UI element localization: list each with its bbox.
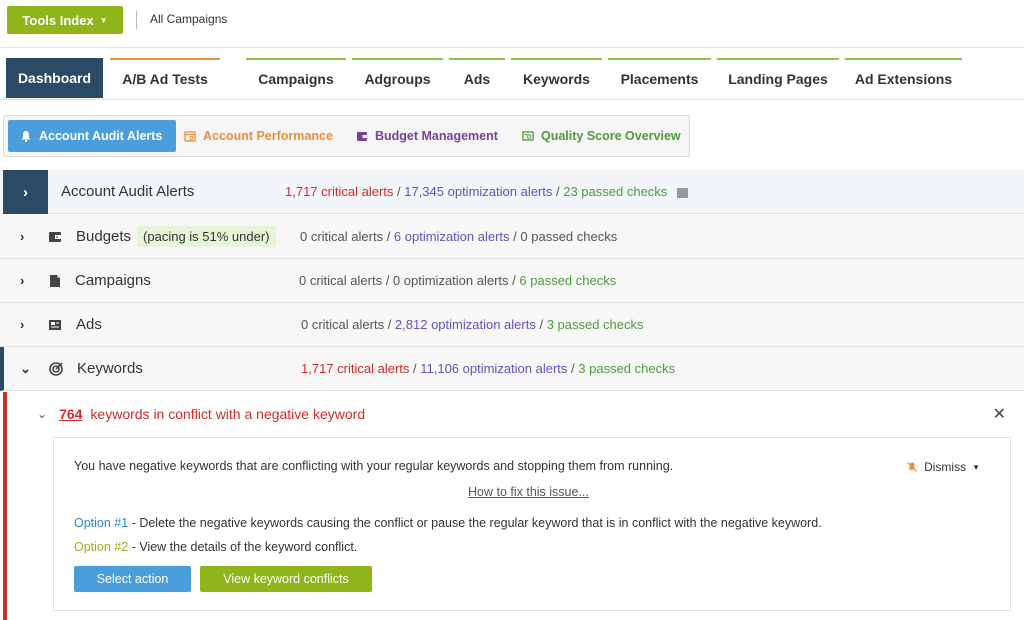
- how-to-fix-link[interactable]: How to fix this issue...: [468, 485, 589, 499]
- alert-count-link[interactable]: 764: [59, 406, 82, 422]
- breadcrumb[interactable]: All Campaigns: [150, 12, 227, 26]
- document-icon: [50, 274, 60, 287]
- alert-card: You have negative keywords that are conf…: [53, 437, 1011, 611]
- chevron-down-icon[interactable]: ⌄: [37, 407, 47, 421]
- chevron-down-icon[interactable]: ⌄: [20, 361, 31, 377]
- alert-header[interactable]: ⌄ 764 keywords in conflict with a negati…: [37, 406, 365, 422]
- subtab-quality-score-overview[interactable]: Quality Score Overview: [522, 120, 681, 152]
- option-2-text: - View the details of the keyword confli…: [128, 540, 358, 554]
- dismiss-button[interactable]: Dismiss ▼: [906, 460, 980, 474]
- keywords-stats: 1,717 critical alerts / 11,106 optimizat…: [301, 361, 676, 376]
- target-icon: [49, 361, 63, 376]
- audit-summary-row[interactable]: › Account Audit Alerts 1,717 critical al…: [0, 170, 1024, 214]
- tab-dashboard[interactable]: Dashboard: [6, 58, 103, 98]
- ads-title: Ads: [76, 316, 102, 333]
- campaigns-stats: 0 critical alerts / 0 optimization alert…: [299, 273, 617, 288]
- tools-index-button[interactable]: Tools Index ▼: [7, 6, 123, 34]
- alert-description: You have negative keywords that are conf…: [74, 459, 674, 473]
- option-1-text: - Delete the negative keywords causing t…: [128, 516, 822, 530]
- option-2-label: Option #2: [74, 540, 129, 554]
- budgets-stats: 0 critical alerts / 6 optimization alert…: [300, 229, 618, 244]
- option-1: Option #1 - Delete the negative keywords…: [74, 516, 822, 530]
- subtab-budget-management[interactable]: Budget Management: [356, 120, 498, 152]
- tab-placements[interactable]: Placements: [608, 58, 711, 98]
- bell-icon: [21, 131, 31, 142]
- tab-landing-pages[interactable]: Landing Pages: [717, 58, 839, 98]
- divider: [136, 11, 137, 29]
- option-2: Option #2 - View the details of the keyw…: [74, 540, 357, 554]
- tab-adgroups[interactable]: Adgroups: [352, 58, 443, 98]
- bell-slash-icon: [907, 462, 918, 472]
- newspaper-icon: [49, 319, 61, 330]
- keywords-row[interactable]: ⌄ Keywords 1,717 critical alerts / 11,10…: [0, 347, 1024, 391]
- tab-ab-ad-tests[interactable]: A/B Ad Tests: [110, 58, 220, 98]
- budgets-title: Budgets (pacing is 51% under): [76, 226, 276, 247]
- audit-stats: 1,717 critical alerts / 17,345 optimizat…: [285, 184, 688, 199]
- scorecard-icon: [522, 131, 534, 141]
- subtab-account-audit-alerts[interactable]: Account Audit Alerts: [8, 120, 177, 152]
- chevron-right-icon[interactable]: ›: [3, 170, 48, 214]
- wallet-icon: [357, 132, 367, 141]
- main-nav: Dashboard A/B Ad Tests Campaigns Adgroup…: [0, 48, 1024, 100]
- alert-title: keywords in conflict with a negative key…: [90, 406, 366, 422]
- top-bar: Tools Index ▼ All Campaigns: [0, 0, 1024, 48]
- keywords-title: Keywords: [77, 360, 143, 377]
- caret-down-icon: ▼: [972, 462, 980, 472]
- subtab-label: Account Performance: [203, 129, 333, 143]
- budgets-row[interactable]: › Budgets (pacing is 51% under) 0 critic…: [0, 215, 1024, 259]
- campaigns-title: Campaigns: [75, 272, 151, 289]
- ads-row[interactable]: › Ads 0 critical alerts / 2,812 optimiza…: [0, 303, 1024, 347]
- tab-ad-extensions[interactable]: Ad Extensions: [845, 58, 962, 98]
- alert-detail: ⌄ 764 keywords in conflict with a negati…: [3, 392, 1024, 620]
- caret-down-icon: ▼: [99, 15, 108, 25]
- chevron-right-icon[interactable]: ›: [20, 273, 24, 288]
- tools-index-label: Tools Index: [22, 12, 94, 28]
- subtab-label: Account Audit Alerts: [39, 129, 163, 143]
- chevron-right-icon[interactable]: ›: [20, 229, 24, 244]
- view-keyword-conflicts-button[interactable]: View keyword conflicts: [200, 566, 372, 592]
- audit-title: Account Audit Alerts: [61, 183, 195, 200]
- tab-keywords[interactable]: Keywords: [511, 58, 602, 98]
- chevron-right-icon[interactable]: ›: [20, 317, 24, 332]
- tab-campaigns[interactable]: Campaigns: [246, 58, 346, 98]
- comment-icon[interactable]: [676, 187, 688, 198]
- tab-ads[interactable]: Ads: [449, 58, 505, 98]
- campaigns-row[interactable]: › Campaigns 0 critical alerts / 0 optimi…: [0, 259, 1024, 303]
- ads-stats: 0 critical alerts / 2,812 optimization a…: [301, 317, 644, 332]
- subtab-label: Budget Management: [375, 129, 498, 143]
- wallet-icon: [49, 231, 61, 242]
- subtab-label: Quality Score Overview: [541, 129, 681, 143]
- option-1-label: Option #1: [74, 516, 129, 530]
- dismiss-label: Dismiss: [924, 460, 967, 474]
- close-icon[interactable]: ✕: [993, 404, 1006, 424]
- dashboard-subtabs: Account Audit Alerts Account Performance…: [3, 115, 690, 157]
- subtab-account-performance[interactable]: Account Performance: [184, 120, 333, 152]
- calendar-chart-icon: [184, 131, 196, 142]
- pacing-badge: (pacing is 51% under): [137, 226, 276, 247]
- select-action-button[interactable]: Select action: [74, 566, 191, 592]
